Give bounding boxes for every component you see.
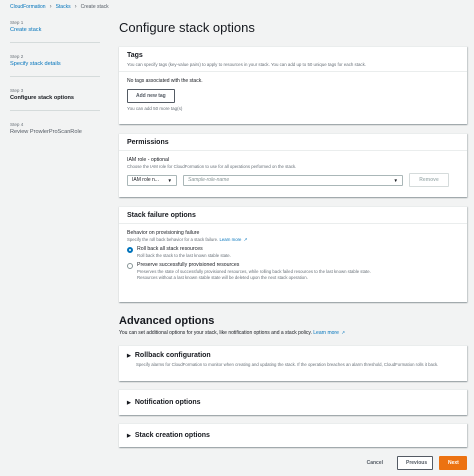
iam-role-row: IAM role n... ▼ Sample-role-name ▼ Remov… bbox=[127, 173, 459, 187]
breadcrumb-current: Create stack bbox=[80, 4, 109, 10]
wizard-step-3: Step 3 Configure stack options bbox=[10, 88, 100, 111]
section-title: Rollback configuration bbox=[134, 352, 211, 359]
field-label: Behavior on provisioning failure bbox=[127, 230, 200, 236]
learn-more-link[interactable]: Learn more bbox=[313, 330, 339, 336]
cancel-button[interactable]: Cancel bbox=[359, 457, 391, 469]
step-divider bbox=[10, 76, 100, 77]
step-number: Step 2 bbox=[10, 54, 24, 59]
step-divider bbox=[10, 110, 100, 111]
wizard-steps: Step 1 Create stack Step 2 Specify stack… bbox=[10, 20, 100, 146]
expandable-header[interactable]: ▶ Notification options bbox=[127, 399, 201, 406]
permissions-panel: Permissions IAM role - optional Choose t… bbox=[119, 133, 467, 197]
remove-role-button[interactable]: Remove bbox=[409, 173, 449, 187]
panel-header: Stack failure options bbox=[119, 207, 467, 224]
wizard-step-2[interactable]: Step 2 Specify stack details bbox=[10, 54, 100, 77]
breadcrumb: CloudFormation › Stacks › Create stack bbox=[10, 4, 109, 10]
step-label: Configure stack options bbox=[10, 95, 75, 101]
radio-text: Roll back all stack resources Roll back … bbox=[137, 246, 231, 258]
select-placeholder: Sample-role-name bbox=[188, 177, 230, 183]
step-divider bbox=[10, 42, 100, 43]
section-title: Notification options bbox=[134, 399, 201, 406]
section-title: Stack creation options bbox=[134, 432, 210, 439]
panel-body: No tags associated with the stack. Add n… bbox=[119, 72, 467, 117]
radio-title: Roll back all stack resources bbox=[137, 246, 203, 252]
panel-header: Tags You can specify tags (key-value pai… bbox=[119, 47, 467, 72]
tags-panel: Tags You can specify tags (key-value pai… bbox=[119, 46, 467, 124]
panel-title: Tags bbox=[127, 52, 143, 59]
page-title: Configure stack options bbox=[119, 20, 255, 35]
chevron-right-icon: › bbox=[49, 4, 52, 10]
rollback-configuration-section[interactable]: ▶ Rollback configuration Specify alarms … bbox=[119, 345, 467, 381]
wizard-step-1[interactable]: Step 1 Create stack bbox=[10, 20, 100, 43]
caret-down-icon: ▼ bbox=[167, 177, 172, 183]
radio-preserve-resources[interactable]: Preserve successfully provisioned resour… bbox=[127, 262, 459, 280]
stack-creation-options-section[interactable]: ▶ Stack creation options bbox=[119, 423, 467, 447]
notification-options-section[interactable]: ▶ Notification options bbox=[119, 389, 467, 415]
expandable-header[interactable]: ▶ Rollback configuration bbox=[127, 352, 459, 359]
tags-remaining-text: You can add 50 more tag(s) bbox=[127, 106, 183, 111]
field-description: Choose the IAM role for CloudFormation t… bbox=[127, 164, 297, 169]
previous-button[interactable]: Previous bbox=[397, 456, 433, 470]
panel-body: Behavior on provisioning failure Specify… bbox=[119, 224, 467, 286]
step-number: Step 3 bbox=[10, 88, 24, 93]
advanced-options-title: Advanced options bbox=[119, 315, 215, 327]
radio-button[interactable] bbox=[127, 246, 133, 253]
step-label[interactable]: Specify stack details bbox=[10, 61, 100, 67]
caret-right-icon: ▶ bbox=[127, 399, 131, 406]
radio-description: Roll back the stack to the last known st… bbox=[137, 253, 231, 258]
iam-role-type-select[interactable]: IAM role n... ▼ bbox=[127, 174, 177, 186]
step-number: Step 4 bbox=[10, 122, 24, 127]
breadcrumb-stacks[interactable]: Stacks bbox=[56, 4, 71, 10]
radio-rollback-all[interactable]: Roll back all stack resources Roll back … bbox=[127, 246, 459, 258]
panel-header: Permissions bbox=[119, 134, 467, 151]
panel-title: Stack failure options bbox=[127, 212, 196, 219]
field-label: IAM role - optional bbox=[127, 157, 170, 163]
panel-description: You can specify tags (key-value pairs) t… bbox=[127, 62, 367, 67]
breadcrumb-cloudformation[interactable]: CloudFormation bbox=[10, 4, 46, 10]
wizard-step-4: Step 4 Review ProwlerProScanRole bbox=[10, 122, 100, 135]
wizard-footer: Cancel Previous Next bbox=[359, 456, 467, 470]
next-button[interactable]: Next bbox=[439, 456, 467, 470]
advanced-description-text: You can set additional options for your … bbox=[119, 330, 312, 336]
select-value: IAM role n... bbox=[132, 177, 159, 183]
panel-body: IAM role - optional Choose the IAM role … bbox=[119, 151, 467, 193]
expandable-header[interactable]: ▶ Stack creation options bbox=[127, 432, 210, 439]
step-label[interactable]: Create stack bbox=[10, 27, 100, 33]
advanced-options-description: You can set additional options for your … bbox=[119, 330, 345, 336]
step-label: Review ProwlerProScanRole bbox=[10, 129, 82, 135]
stack-failure-panel: Stack failure options Behavior on provis… bbox=[119, 206, 467, 302]
field-description: Specify the roll back behavior for a sta… bbox=[127, 237, 459, 243]
iam-role-name-select[interactable]: Sample-role-name ▼ bbox=[183, 174, 403, 186]
field-description-text: Specify the roll back behavior for a sta… bbox=[127, 237, 219, 242]
learn-more-link[interactable]: Learn more bbox=[219, 237, 241, 242]
radio-title: Preserve successfully provisioned resour… bbox=[137, 262, 240, 269]
caret-down-icon: ▼ bbox=[393, 177, 398, 183]
section-description: Specify alarms for CloudFormation to mon… bbox=[136, 362, 439, 367]
chevron-right-icon: › bbox=[74, 4, 77, 10]
empty-tags-text: No tags associated with the stack. bbox=[127, 78, 203, 84]
external-link-icon: ↗ bbox=[243, 237, 248, 242]
step-number: Step 1 bbox=[10, 20, 24, 25]
radio-text: Preserve successfully provisioned resour… bbox=[137, 262, 387, 280]
caret-right-icon: ▶ bbox=[127, 352, 131, 359]
radio-description: Preserves the state of successfully prov… bbox=[137, 269, 371, 280]
external-link-icon: ↗ bbox=[341, 330, 346, 335]
panel-title: Permissions bbox=[127, 139, 169, 146]
radio-button[interactable] bbox=[127, 262, 133, 269]
add-new-tag-button[interactable]: Add new tag bbox=[127, 89, 175, 103]
caret-right-icon: ▶ bbox=[127, 432, 131, 439]
